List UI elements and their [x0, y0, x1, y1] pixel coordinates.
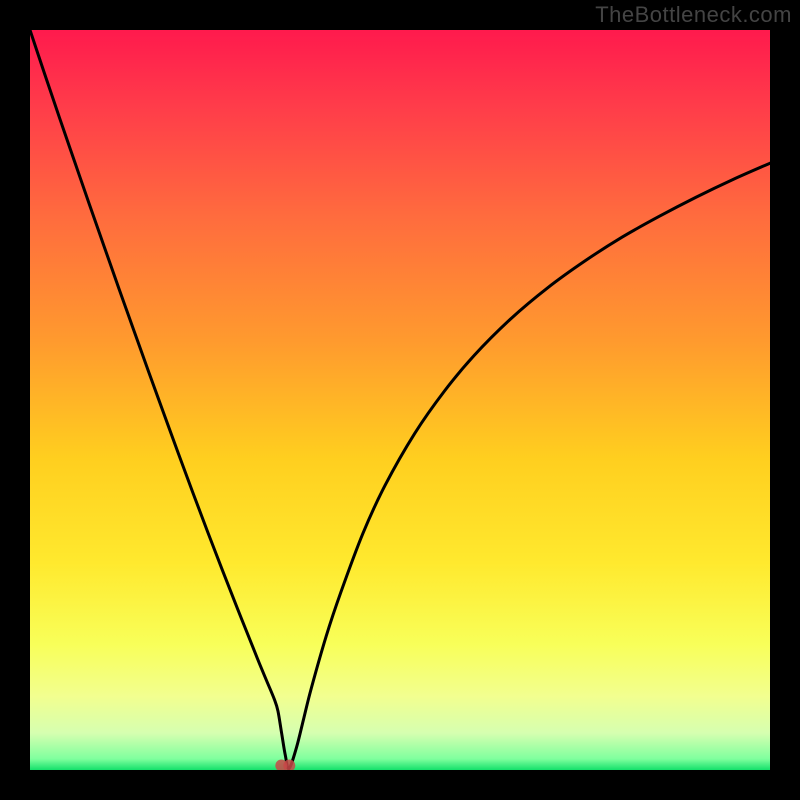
optimum-marker [275, 760, 295, 770]
chart-frame: TheBottleneck.com [0, 0, 800, 800]
watermark-text: TheBottleneck.com [595, 2, 792, 28]
plot-area [30, 30, 770, 770]
chart-svg [30, 30, 770, 770]
gradient-background [30, 30, 770, 770]
